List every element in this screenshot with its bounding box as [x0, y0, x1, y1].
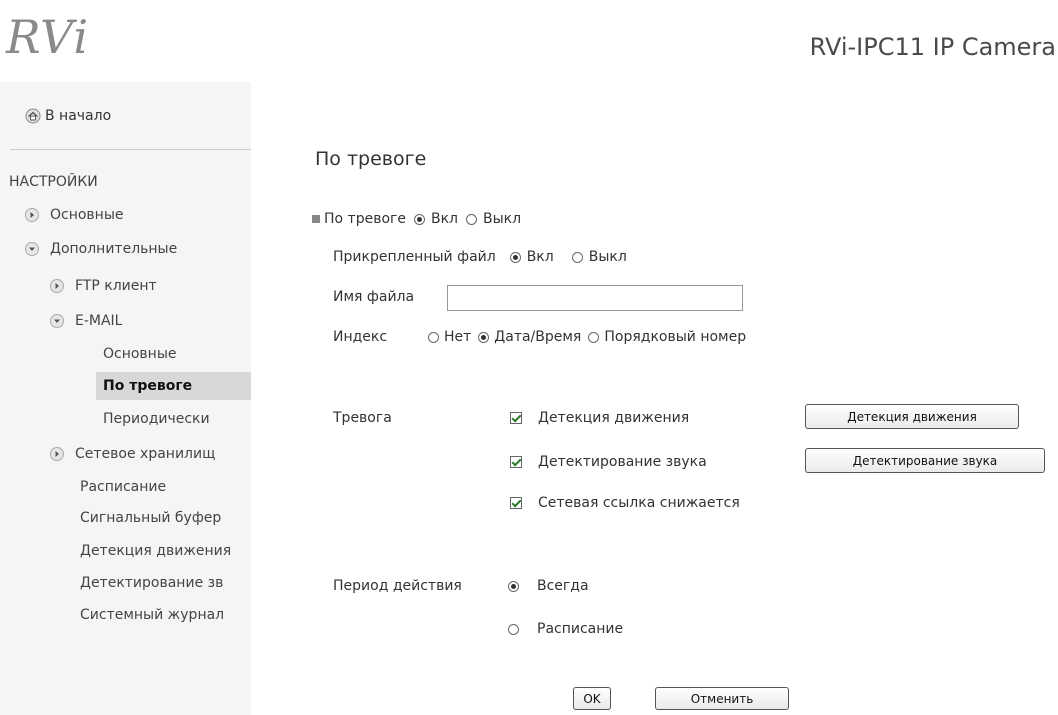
filename-label: Имя файла [333, 289, 415, 305]
sidebar-item-label: FTP клиент [75, 278, 157, 294]
sidebar-item-label: Периодически [103, 411, 210, 427]
trigger-motion-row: Детекция движения [510, 410, 689, 426]
sidebar-divider [10, 149, 251, 150]
sidebar-item-schedule[interactable]: Расписание [80, 478, 166, 496]
chevron-down-icon [50, 314, 64, 328]
sidebar-item-system-log[interactable]: Системный журнал [80, 606, 251, 624]
camera-title: RVi-IPC11 IP Camera [809, 33, 1056, 61]
index-datetime-label: Дата/Время [494, 329, 582, 345]
network-checkbox[interactable] [510, 497, 522, 509]
period-schedule-label: Расписание [537, 621, 624, 637]
cancel-button[interactable]: Отменить [655, 687, 789, 710]
square-bullet-icon [312, 215, 320, 223]
sidebar-item-email[interactable]: E-MAIL [50, 312, 122, 330]
index-sequence-radio[interactable] [588, 331, 600, 343]
period-schedule-option[interactable]: Расписание [508, 621, 623, 637]
chevron-down-icon [25, 242, 39, 256]
attached-off-label: Выкл [588, 249, 627, 265]
alarm-on-radio[interactable] [413, 213, 425, 225]
motion-detection-button[interactable]: Детекция движения [805, 404, 1019, 429]
motion-checkbox[interactable] [510, 412, 522, 424]
trigger-label-text: Тревога [333, 410, 392, 426]
sidebar-item-ftp[interactable]: FTP клиент [50, 277, 157, 295]
filename-input[interactable] [447, 285, 743, 311]
sidebar-item-label: По тревоге [103, 378, 193, 394]
sidebar-item-basic[interactable]: Основные [25, 206, 124, 224]
sidebar-item-signal-buffer[interactable]: Сигнальный буфер [80, 509, 251, 527]
sidebar-item-audio-detection[interactable]: Детектирование зв [80, 574, 251, 592]
home-label: В начало [45, 108, 112, 124]
attached-on-option[interactable]: Вкл [509, 249, 554, 265]
index-datetime-radio[interactable] [478, 331, 490, 343]
sidebar-item-label: Детекция движения [80, 543, 232, 559]
index-sequence-option[interactable]: Порядковый номер [588, 329, 746, 345]
sidebar-item-label: Сетевое хранилищ [75, 446, 216, 462]
sidebar: В начало НАСТРОЙКИ Основные Дополнительн… [0, 82, 251, 715]
sidebar-item-email-basic[interactable]: Основные [103, 345, 177, 363]
sidebar-item-motion-detection[interactable]: Детекция движения [80, 542, 251, 560]
trigger-audio-row: Детектирование звука [510, 454, 707, 470]
ok-button[interactable]: OK [573, 687, 611, 710]
sidebar-item-label: Расписание [80, 479, 167, 495]
alarm-off-label: Выкл [483, 211, 522, 227]
page-title: По тревоге [315, 148, 427, 170]
trigger-network-row: Сетевая ссылка снижается [510, 495, 740, 511]
alarm-off-option[interactable]: Выкл [466, 211, 521, 227]
index-none-label: Нет [444, 329, 472, 345]
period-label-text: Период действия [333, 578, 462, 594]
attached-file-label: Прикрепленный файл [333, 249, 496, 265]
main-panel: По тревоге По тревоге Вкл Выкл Прикрепле… [251, 82, 1058, 715]
period-always-radio[interactable] [508, 580, 519, 592]
alarm-on-option[interactable]: Вкл [413, 211, 458, 227]
sidebar-item-label: Основные [50, 207, 124, 223]
motion-label: Детекция движения [538, 410, 690, 426]
home-link[interactable]: В начало [25, 108, 111, 124]
index-none-radio[interactable] [428, 331, 439, 343]
sidebar-item-label: Детектирование зв [80, 575, 224, 591]
sidebar-item-email-alarm[interactable]: По тревоге [96, 372, 251, 400]
period-label: Период действия [333, 578, 462, 594]
index-datetime-option[interactable]: Дата/Время [478, 329, 581, 345]
attached-off-option[interactable]: Выкл [571, 249, 627, 265]
index-none-option[interactable]: Нет [428, 329, 471, 345]
attached-on-label: Вкл [526, 249, 554, 265]
attached-off-radio[interactable] [571, 251, 583, 263]
settings-heading: НАСТРОЙКИ [9, 173, 98, 191]
rvi-logo: RVi [6, 10, 90, 64]
index-label: Индекс [333, 329, 388, 345]
alarm-label: По тревоге [324, 211, 406, 227]
alarm-row: По тревоге Вкл Выкл [312, 211, 521, 227]
sidebar-item-label: Системный журнал [80, 607, 225, 623]
network-label: Сетевая ссылка снижается [538, 495, 740, 511]
index-sequence-label: Порядковый номер [604, 329, 747, 345]
sidebar-item-label: Основные [103, 346, 177, 362]
sidebar-item-label: E-MAIL [75, 313, 123, 329]
period-always-label: Всегда [537, 578, 589, 594]
audio-checkbox[interactable] [510, 456, 522, 468]
chevron-right-icon [50, 447, 64, 461]
audio-label: Детектирование звука [538, 454, 707, 470]
sidebar-item-network-storage[interactable]: Сетевое хранилищ [50, 445, 251, 463]
home-icon [25, 108, 41, 124]
attached-on-radio[interactable] [509, 251, 521, 263]
sidebar-item-label: Дополнительные [50, 241, 178, 257]
chevron-right-icon [50, 279, 64, 293]
period-always-option[interactable]: Всегда [508, 578, 589, 594]
settings-heading-label: НАСТРОЙКИ [9, 174, 98, 190]
filename-row: Имя файла [333, 289, 414, 305]
chevron-right-icon [25, 208, 39, 222]
index-row: Индекс Нет Дата/Время Порядковый номер [333, 329, 746, 345]
sidebar-item-email-periodic[interactable]: Периодически [103, 410, 210, 428]
audio-detection-button[interactable]: Детектирование звука [805, 448, 1045, 473]
attached-file-row: Прикрепленный файл Вкл Выкл [333, 249, 627, 265]
sidebar-item-advanced[interactable]: Дополнительные [25, 240, 177, 258]
alarm-on-label: Вкл [430, 211, 458, 227]
period-schedule-radio[interactable] [508, 623, 519, 635]
alarm-off-radio[interactable] [466, 213, 477, 225]
sidebar-item-label: Сигнальный буфер [80, 510, 222, 526]
trigger-label: Тревога [333, 410, 392, 426]
